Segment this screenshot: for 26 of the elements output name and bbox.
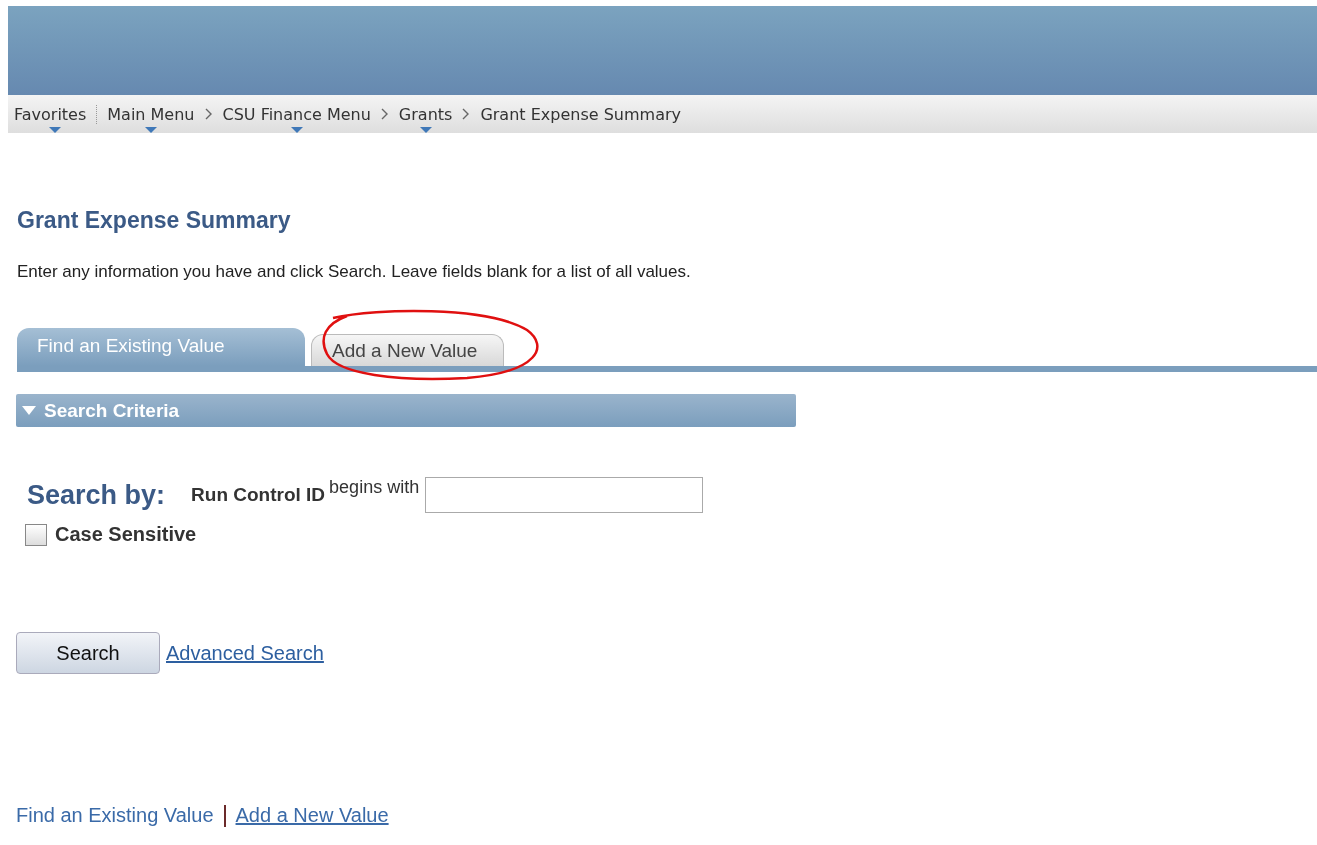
breadcrumb-item[interactable]: Main Menu [107,104,195,124]
input-field[interactable] [425,477,704,513]
chevron-icon [380,108,389,120]
dropdown-icon [290,126,303,133]
footer-link[interactable]: Find an Existing Value [16,804,214,827]
chevron-icon [204,108,213,120]
field-label: Run Control ID [191,484,326,506]
checkbox-label: Case Sensitive [55,523,197,546]
breadcrumb-item[interactable]: CSU Finance Menu [222,104,371,124]
search-button[interactable]: Search [16,632,160,674]
dropdown-icon [144,126,157,133]
page-title: Grant Expense Summary [17,207,292,234]
breadcrumb-item[interactable]: Favorites [14,104,98,124]
dropdown-icon [49,126,62,133]
chevron-icon [462,108,471,120]
tab[interactable]: Add a New Value [311,334,505,366]
advanced-search-link[interactable]: Advanced Search [166,641,324,665]
instructions-text: Enter any information you have and click Search. Leave fields blank for a list of all values. [17,262,692,282]
operator-label: begins with [329,477,420,498]
search-by-label: Search by: [27,479,166,511]
checkbox[interactable] [25,523,47,546]
breadcrumb-item[interactable]: Grants [398,104,453,124]
breadcrumb-item: Grant Expense Summary [480,104,681,124]
dropdown-icon [419,126,432,133]
footer-link[interactable]: Add a New Value [235,804,389,827]
section-title: Search Criteria [44,399,180,422]
